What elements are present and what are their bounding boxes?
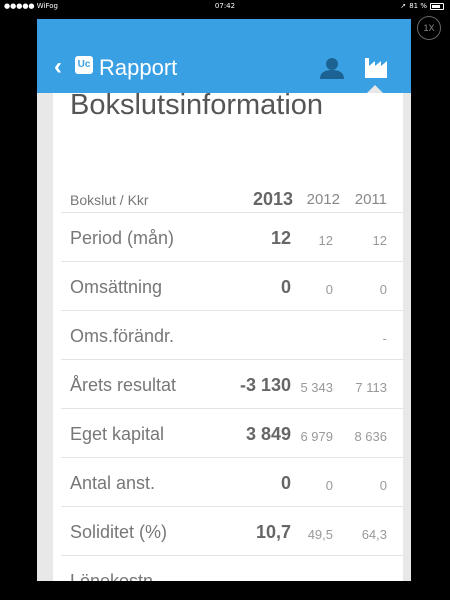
row-label: Lönekostn. (70, 571, 159, 581)
factory-icon[interactable] (364, 56, 388, 78)
person-icon[interactable] (319, 57, 345, 79)
value-2013: 12 (270, 228, 291, 248)
value-2013: -3 130 (239, 375, 291, 395)
value-2012: 5 343 (300, 380, 333, 395)
table-row[interactable]: Eget kapital 3 849 6 979 8 636 (61, 409, 403, 458)
value-2012: 49,5 (307, 527, 333, 542)
value-2011: 0 (379, 282, 387, 297)
app-logo-icon: Uc (75, 56, 93, 74)
value-2013: 3 849 (245, 424, 291, 444)
section-heading: Bokslutsinformation (70, 89, 324, 121)
status-time: 07:42 (214, 2, 236, 10)
value-2011: 8 636 (354, 429, 387, 444)
table-header: Bokslut / Kkr 2013 2012 2011 (61, 186, 403, 213)
row-label: Eget kapital (70, 424, 165, 444)
battery-status: ➚ 81 % (400, 2, 444, 10)
year-2011: 2011 (354, 191, 387, 208)
value-2012: 0 (325, 282, 333, 297)
row-label: Omsättning (70, 277, 163, 297)
value-2013: 10,7 (255, 522, 291, 542)
year-2013: 2013 (252, 189, 293, 209)
table-row[interactable]: Period (mån) 12 12 12 (61, 213, 403, 262)
value-2012: 0 (325, 478, 333, 493)
table-row[interactable]: Lönekostn. (61, 556, 403, 581)
value-2012: 12 (318, 233, 333, 248)
location-icon: ➚ (400, 2, 407, 10)
report-card: Bokslutsinformation Bokslut / Kkr 2013 2… (53, 89, 403, 581)
table-row[interactable]: Årets resultat -3 130 5 343 7 113 (61, 360, 403, 409)
battery-icon (430, 2, 444, 10)
value-2011: 7 113 (355, 380, 387, 395)
row-label: Årets resultat (70, 375, 177, 395)
value-2011: 12 (372, 233, 387, 248)
app-bar: ‹ Uc Rapport (37, 19, 411, 93)
row-label: Period (mån) (70, 228, 175, 248)
status-bar: ●●●●● WiFog 07:42 ➚ 81 % (0, 0, 450, 14)
year-2012: 2012 (306, 191, 340, 208)
header-label: Bokslut / Kkr (70, 192, 149, 208)
row-label: Antal anst. (70, 473, 156, 493)
row-label: Soliditet (%) (70, 522, 168, 542)
active-tab-pointer (367, 85, 383, 93)
content-area: Bokslutsinformation Bokslut / Kkr 2013 2… (37, 89, 411, 581)
zoom-button[interactable]: 1X (417, 16, 441, 40)
table-row[interactable]: Omsättning 0 0 0 (61, 262, 403, 311)
value-2011: - (382, 331, 387, 346)
value-2011: 0 (379, 478, 387, 493)
row-label: Oms.förändr. (70, 326, 175, 346)
table-row[interactable]: Antal anst. 0 0 0 (61, 458, 403, 507)
app-title[interactable]: Rapport (99, 55, 177, 81)
value-2013: 0 (280, 473, 291, 493)
value-2012: 6 979 (300, 429, 333, 444)
battery-percent: 81 % (409, 2, 427, 10)
value-2011: 64,3 (361, 527, 387, 542)
back-chevron-icon[interactable]: ‹ (54, 55, 62, 79)
table-row[interactable]: Soliditet (%) 10,7 49,5 64,3 (61, 507, 403, 556)
app-window: ‹ Uc Rapport Bokslutsinformation Bokslut… (37, 19, 411, 581)
table-row[interactable]: Oms.förändr. - (61, 311, 403, 360)
value-2013: 0 (280, 277, 291, 297)
